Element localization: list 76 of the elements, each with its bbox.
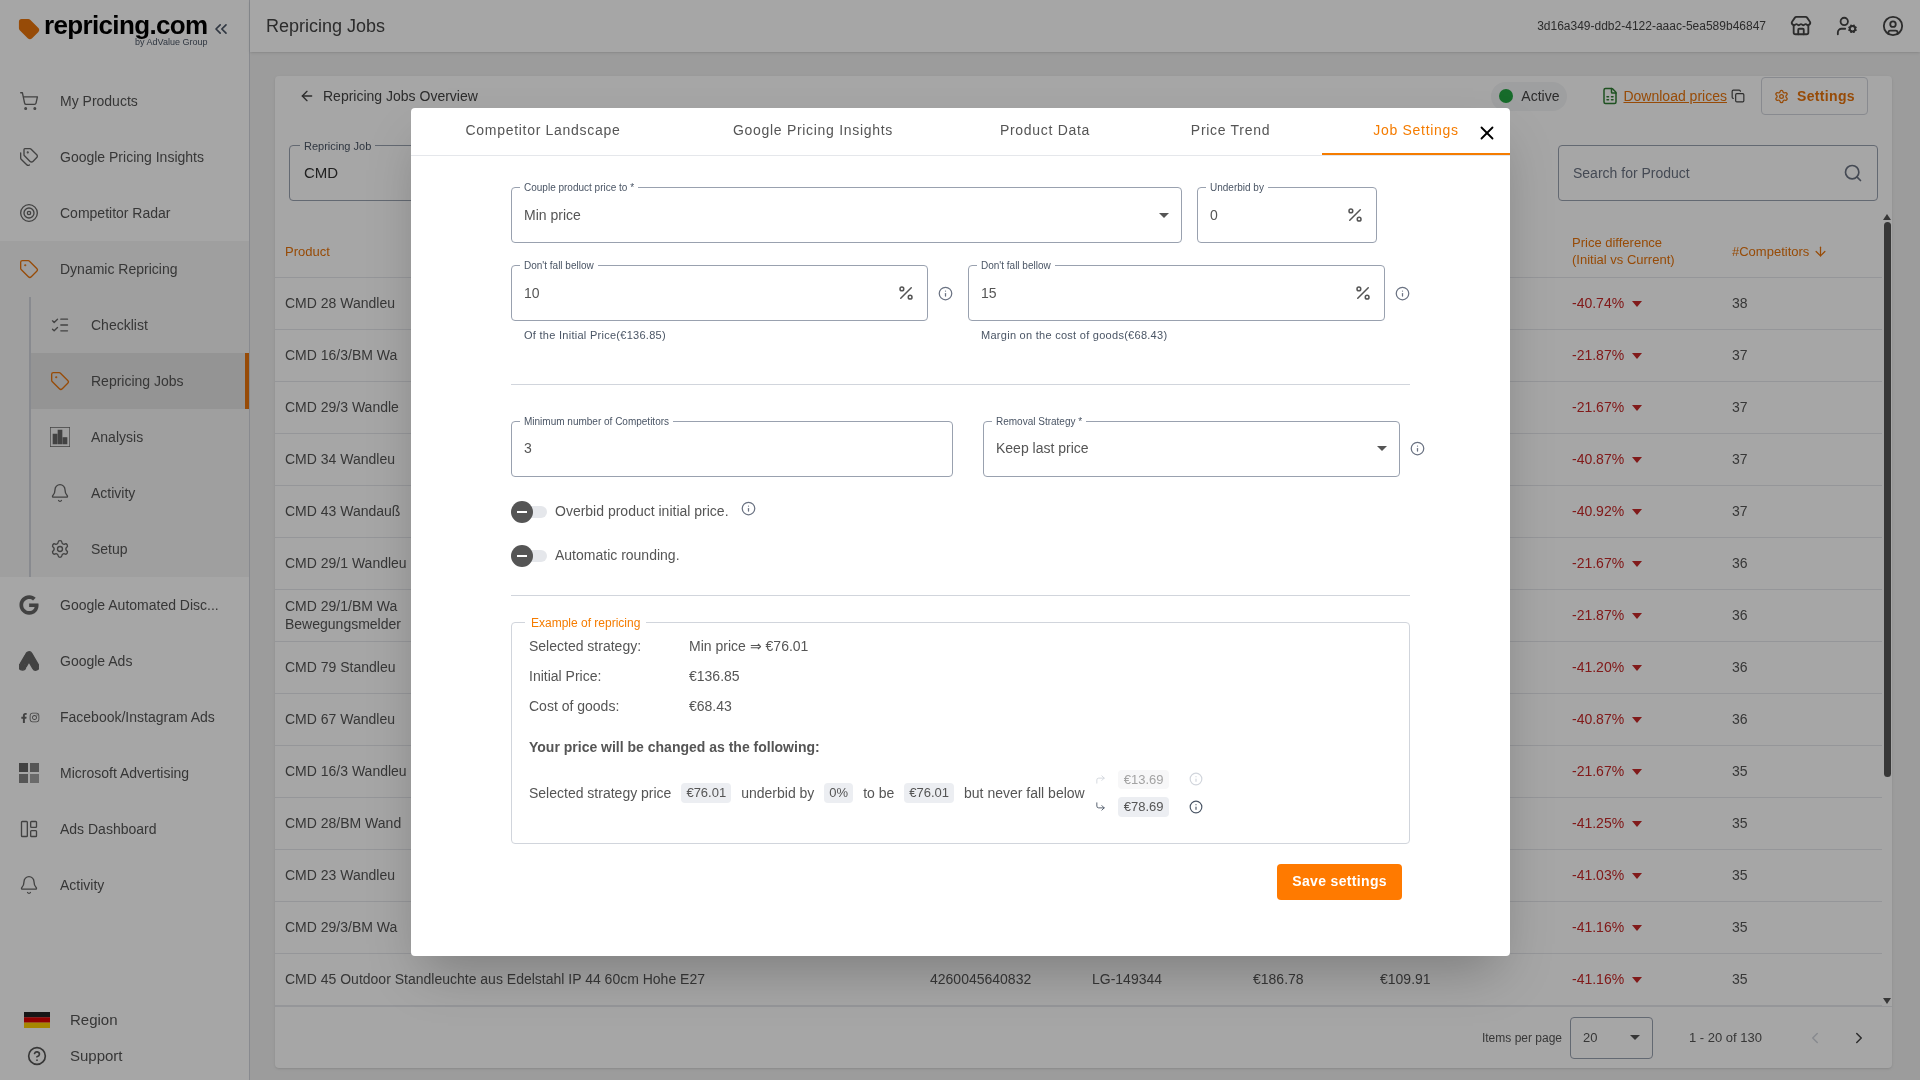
logo-text: repricing.com [44, 11, 208, 38]
sentence-text: to be [863, 783, 895, 803]
table-cell: CMD 34 Wandleu [285, 450, 395, 469]
page-range: 1 - 20 of 130 [1689, 1028, 1762, 1047]
table-cell-text: 37 [1732, 346, 1749, 365]
table-cell-text: -21.87% [1572, 606, 1625, 625]
summary-text: Your price will be changed as the following: [529, 737, 821, 757]
fact-label: Selected strategy: [529, 636, 643, 656]
value-chip: €76.01 [904, 783, 955, 803]
account-id: 3d16a349-ddb2-4122-aaac-5ea589b46847 [1537, 18, 1766, 35]
table-cell-text: 35 [1732, 814, 1749, 833]
sentence-text: Selected strategy price [529, 783, 672, 803]
table-cell-text: -40.87% [1572, 710, 1625, 729]
fact-value: €68.43 [689, 696, 732, 716]
table-cell-text: 35 [1732, 918, 1749, 937]
table-cell-text: 36 [1732, 606, 1749, 625]
table-cell-text: -41.20% [1572, 658, 1625, 677]
table-cell: CMD 28 Wandleu [285, 294, 395, 313]
table-cell-text: -41.16% [1572, 970, 1625, 989]
table-cell: CMD 29/3/BM Wa [285, 918, 398, 937]
value-chip: €76.01 [681, 783, 732, 803]
table-cell: CMD 67 Wandleu [285, 710, 395, 729]
table-cell-text: -40.92% [1572, 502, 1625, 521]
table-cell: CMD 29/1 Wandleu [285, 554, 407, 573]
table-cell: CMD 79 Standleu [285, 658, 396, 677]
table-cell-text: 4260045640832 [930, 970, 1033, 989]
table-cell-text: 35 [1732, 762, 1749, 781]
table-cell-text: -21.67% [1572, 554, 1625, 573]
table-cell-text: €186.78 [1253, 970, 1305, 989]
page-size-label: Items per page [1481, 1029, 1562, 1047]
sentence-text: underbid by [741, 783, 815, 803]
toggle-label: Automatic rounding. [555, 546, 680, 565]
table-cell: CMD 16/3/BM Wa [285, 346, 398, 365]
value-chip: 0% [824, 783, 854, 803]
logo-tagline: by AdValue Group [135, 37, 208, 47]
table-cell: CMD 45 Outdoor Standleuchte aus Edelstahl IP 44 60cm Hohe E27 [285, 970, 705, 989]
table-cell-text: -40.74% [1572, 294, 1625, 313]
fact-value: Min price ⇒ €76.01 [689, 636, 809, 656]
table-cell: CMD 43 Wandauß [285, 502, 401, 521]
table-cell-text: -41.03% [1572, 866, 1625, 885]
toggle-label: Overbid product initial price. [555, 502, 729, 521]
table-cell-text: -21.87% [1572, 346, 1625, 365]
table-cell-text: 36 [1732, 710, 1749, 729]
table-cell-text: -21.67% [1572, 398, 1625, 417]
table-cell-text: 37 [1732, 398, 1749, 417]
table-cell: CMD 28/BM Wand [285, 814, 402, 833]
table-cell: CMD 29/1/BM Wa Bewegungsmelder [285, 598, 401, 633]
table-cell-text: 38 [1732, 294, 1749, 313]
panel-title: Example of repricing [530, 614, 642, 632]
table-cell: CMD 29/3 Wandle [285, 398, 399, 417]
table-cell-text: LG-149344 [1092, 970, 1164, 989]
table-cell-text: -41.16% [1572, 918, 1625, 937]
table-cell-text: -21.67% [1572, 762, 1625, 781]
table-cell-text: 36 [1732, 554, 1749, 573]
table-cell-text: 37 [1732, 502, 1749, 521]
fact-label: Initial Price: [529, 666, 603, 686]
value-chip: €13.69 [1117, 769, 1170, 789]
table-cell-text: 36 [1732, 658, 1749, 677]
table-cell-text: 35 [1732, 866, 1749, 885]
table-cell-text: -41.25% [1572, 814, 1625, 833]
fact-value: €136.85 [689, 666, 740, 686]
page-title: Repricing Jobs [266, 14, 386, 38]
field-label: Underbid by [1206, 180, 1268, 195]
table-cell-text: €109.91 [1380, 970, 1432, 989]
table-cell: CMD 23 Wandleu [285, 866, 395, 885]
table-cell-text: 35 [1732, 970, 1749, 989]
table-cell-text: -40.87% [1572, 450, 1625, 469]
helper-text: Margin on the cost of goods(€68.43) [980, 328, 1169, 343]
value-chip: €78.69 [1117, 797, 1170, 817]
field-label: Couple product price to * [520, 180, 639, 195]
sentence-text: but never fall below [964, 783, 1085, 803]
table-cell-text: 37 [1732, 450, 1749, 469]
status-badge: Active [1491, 81, 1568, 111]
helper-text: Of the Initial Price(€136.85) [523, 328, 667, 343]
fact-label: Cost of goods: [529, 696, 621, 716]
table-cell: CMD 16/3 Wandleu [285, 762, 407, 781]
